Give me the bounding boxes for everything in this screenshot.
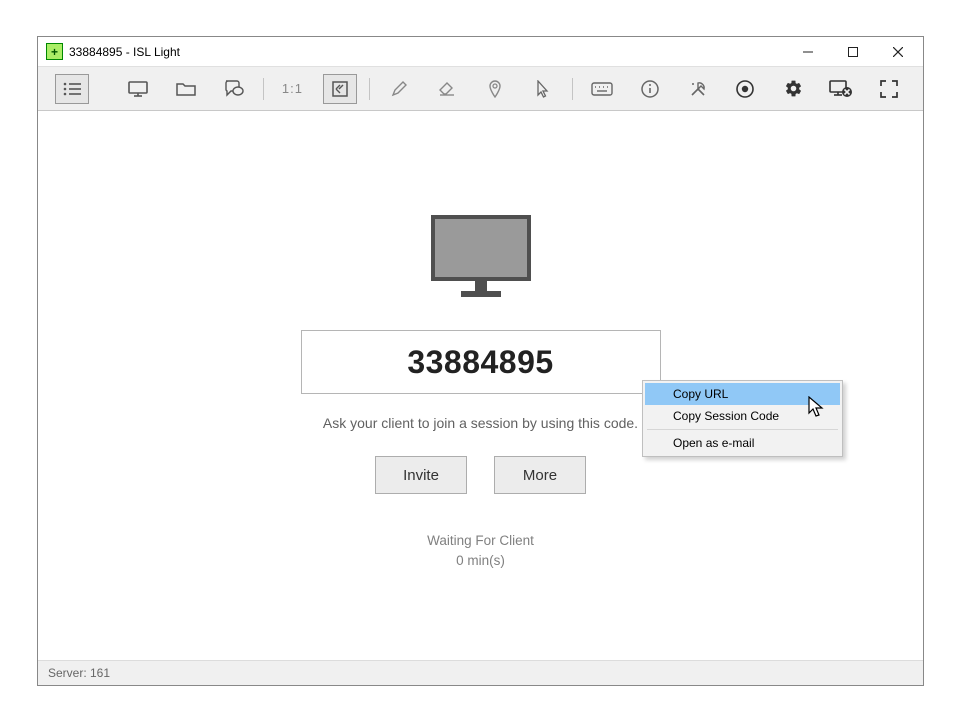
context-menu: Copy URL Copy Session Code Open as e-mai… — [642, 380, 843, 457]
eraser-icon[interactable] — [430, 74, 464, 104]
monitor-icon[interactable] — [121, 74, 155, 104]
session-code-box[interactable]: 33884895 — [301, 330, 661, 394]
fit-icon[interactable] — [323, 74, 357, 104]
status-bar: Server: 161 — [38, 660, 923, 685]
title-bar: 33884895 - ISL Light — [38, 37, 923, 66]
keyboard-icon[interactable] — [585, 74, 619, 104]
maximize-button[interactable] — [830, 37, 875, 66]
window-title: 33884895 - ISL Light — [69, 45, 180, 59]
folder-icon[interactable] — [169, 74, 203, 104]
list-icon[interactable] — [55, 74, 89, 104]
minimize-button[interactable] — [785, 37, 830, 66]
status-text: Waiting For Client 0 min(s) — [38, 531, 923, 571]
monitor-illustration — [38, 215, 923, 301]
pencil-icon[interactable] — [382, 74, 416, 104]
fullscreen-icon[interactable] — [872, 74, 906, 104]
tools-icon[interactable] — [681, 74, 715, 104]
ctx-separator — [647, 429, 838, 430]
app-icon — [46, 43, 63, 60]
end-session-icon[interactable] — [824, 74, 858, 104]
pointer-icon[interactable] — [526, 74, 560, 104]
ctx-copy-session-code[interactable]: Copy Session Code — [645, 405, 840, 427]
duration-label: 0 min(s) — [38, 551, 923, 571]
info-icon[interactable] — [633, 74, 667, 104]
zoom-1to1-icon[interactable]: 1:1 — [276, 74, 310, 104]
ctx-copy-url[interactable]: Copy URL — [645, 383, 840, 405]
waiting-label: Waiting For Client — [38, 531, 923, 551]
ctx-open-email[interactable]: Open as e-mail — [645, 432, 840, 454]
chat-icon[interactable] — [217, 74, 251, 104]
record-icon[interactable] — [729, 74, 763, 104]
invite-button[interactable]: Invite — [375, 456, 467, 494]
marker-pin-icon[interactable] — [478, 74, 512, 104]
more-button[interactable]: More — [494, 456, 586, 494]
toolbar: 1:1 — [38, 66, 923, 111]
app-window: 33884895 - ISL Light 1:1 — [37, 36, 924, 686]
close-button[interactable] — [875, 37, 920, 66]
session-code: 33884895 — [407, 344, 553, 381]
server-label: Server: 161 — [48, 666, 110, 680]
gear-icon[interactable] — [776, 74, 810, 104]
